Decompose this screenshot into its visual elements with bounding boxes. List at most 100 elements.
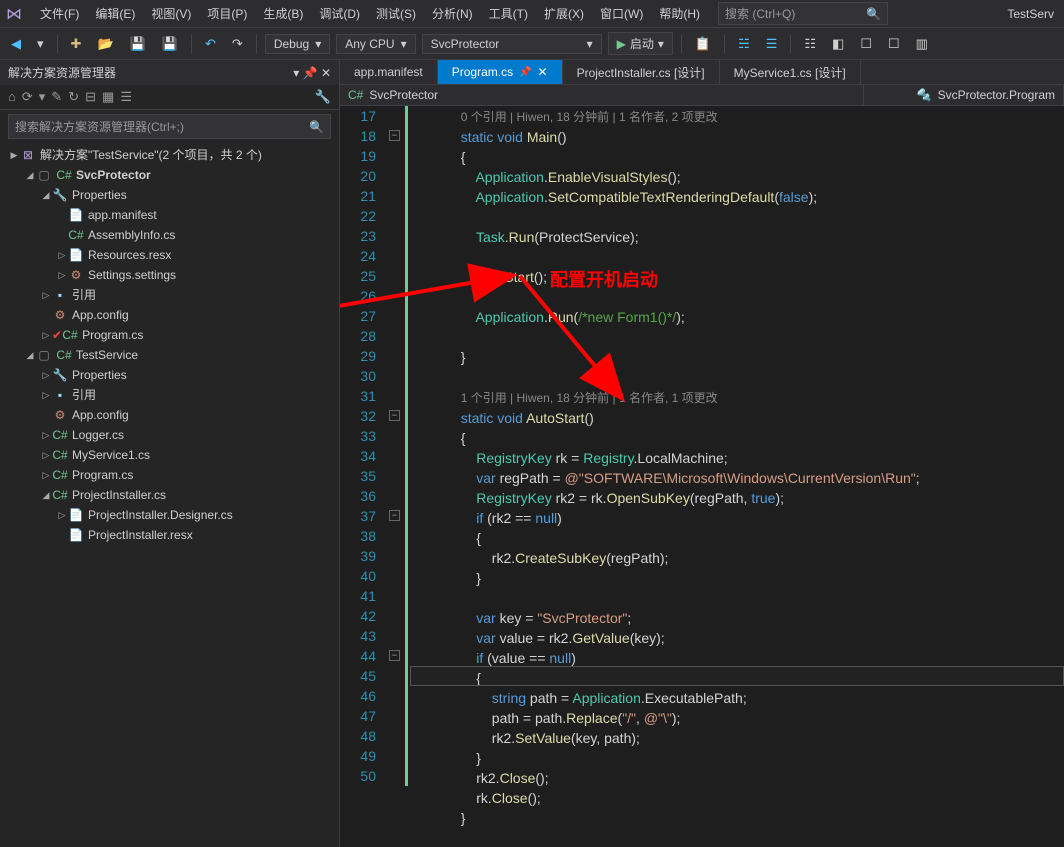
menu-item[interactable]: 编辑(E) (87, 3, 143, 25)
panel-toolbar: ⌂ ⟳ ▾ ✎ ↻ ⊟ ▦ ☰ 🔧 (0, 85, 339, 110)
file-icon: C# (56, 166, 72, 184)
tree-item-props-2[interactable]: ▷🔧Properties (0, 365, 339, 385)
file-icon: ▪ (52, 286, 68, 304)
tb-btn-7[interactable]: ▥ (911, 33, 933, 55)
tree-item-app-manifest[interactable]: 📄app.manifest (0, 205, 339, 225)
sync-icon[interactable]: ⟳ (22, 89, 33, 105)
class-dropdown[interactable]: 🔩SvcProtector.Program (864, 85, 1064, 105)
close-icon[interactable]: ✕ (321, 66, 331, 80)
pin-icon[interactable]: 📌 (303, 66, 318, 80)
tree-item-settings[interactable]: ▷⚙Settings.settings (0, 265, 339, 285)
forward-button[interactable]: ▾ (32, 33, 49, 55)
project-dropdown[interactable]: C#SvcProtector (340, 85, 864, 105)
tree-item-program-1[interactable]: ▷✔ C#Program.cs (0, 325, 339, 345)
editor-area: app.manifestProgram.cs📌✕ProjectInstaller… (340, 60, 1064, 847)
configuration-combo[interactable]: Debug▾ (265, 34, 330, 54)
file-icon: C# (62, 326, 78, 344)
back-button[interactable]: ◀ (6, 33, 26, 55)
tree-item-appconfig-1[interactable]: ⚙App.config (0, 305, 339, 325)
menu-item[interactable]: 视图(V) (143, 3, 199, 25)
menu-item[interactable]: 生成(B) (255, 3, 311, 25)
menubar: ⋈ 文件(F)编辑(E)视图(V)项目(P)生成(B)调试(D)测试(S)分析(… (0, 0, 1064, 28)
tab-ProjectInstaller.cs [设计][interactable]: ProjectInstaller.cs [设计] (563, 60, 720, 84)
search-icon: 🔍 (866, 7, 881, 21)
play-icon: ▶ (617, 37, 626, 51)
menu-item[interactable]: 调试(D) (311, 3, 368, 25)
tab-MyService1.cs [设计][interactable]: MyService1.cs [设计] (720, 60, 861, 84)
startup-project-combo[interactable]: SvcProtector▾ (422, 34, 602, 54)
tree-item-refs-2[interactable]: ▷▪引用 (0, 385, 339, 405)
tool-icon[interactable]: ▾ (39, 89, 46, 105)
tb-btn-6[interactable]: ☐ (883, 33, 905, 55)
file-icon: 🔧 (52, 186, 68, 204)
tree-item-myservice[interactable]: ▷C#MyService1.cs (0, 445, 339, 465)
menu-item[interactable]: 窗口(W) (592, 3, 651, 25)
pin-icon[interactable]: 📌 (519, 67, 531, 78)
menu-item[interactable]: 分析(N) (424, 3, 481, 25)
start-debug-button[interactable]: ▶启动▾ (608, 32, 673, 55)
fold-column[interactable]: −−−− (388, 106, 404, 847)
tree-item-program-2[interactable]: ▷C#Program.cs (0, 465, 339, 485)
chevron-down-icon: ▾ (315, 37, 321, 51)
file-icon: C# (68, 226, 84, 244)
solution-search-input[interactable]: 搜索解决方案资源管理器(Ctrl+;) 🔍 (8, 114, 331, 139)
tree-item-projinst-des[interactable]: ▷📄ProjectInstaller.Designer.cs (0, 505, 339, 525)
tree-item-proj-svcprotector[interactable]: ◢▢C#SvcProtector (0, 165, 339, 185)
collapse-icon[interactable]: ⊟ (85, 89, 96, 105)
wrench-icon[interactable]: 🔧 (315, 89, 331, 105)
home-icon[interactable]: ⌂ (8, 89, 16, 105)
tb-btn-1[interactable]: ☵ (733, 33, 755, 55)
solution-tree: ▶⊠解决方案"TestService"(2 个项目，共 2 个)◢▢C#SvcP… (0, 143, 339, 847)
menu-item[interactable]: 项目(P) (199, 3, 255, 25)
file-icon: 📄 (68, 206, 84, 224)
tb-btn-3[interactable]: ☷ (799, 33, 821, 55)
tree-item-projinst[interactable]: ◢C#ProjectInstaller.cs (0, 485, 339, 505)
solution-name-label: TestServ (997, 3, 1064, 25)
properties-icon[interactable]: ☰ (120, 89, 132, 105)
tree-item-logger[interactable]: ▷C#Logger.cs (0, 425, 339, 445)
menu-item[interactable]: 文件(F) (32, 3, 87, 25)
menu-item[interactable]: 扩展(X) (536, 3, 592, 25)
chevron-down-icon: ▾ (658, 37, 664, 51)
save-all-button[interactable]: 💾 (157, 33, 183, 55)
menu-item[interactable]: 工具(T) (481, 3, 536, 25)
tree-item-resources[interactable]: ▷📄Resources.resx (0, 245, 339, 265)
tree-item-asm-info[interactable]: C#AssemblyInfo.cs (0, 225, 339, 245)
tb-btn-2[interactable]: ☰ (761, 33, 783, 55)
toolbox-button[interactable]: 📋 (690, 33, 716, 55)
dropdown-icon[interactable]: ▾ (293, 66, 299, 80)
tree-item-proj-testservice[interactable]: ◢▢C#TestService (0, 345, 339, 365)
file-icon: C# (52, 446, 68, 464)
menu-item[interactable]: 测试(S) (368, 3, 424, 25)
tree-item-solution[interactable]: ▶⊠解决方案"TestService"(2 个项目，共 2 个) (0, 145, 339, 165)
tab-Program.cs[interactable]: Program.cs📌✕ (438, 60, 563, 84)
quick-search-input[interactable]: 搜索 (Ctrl+Q) 🔍 (718, 2, 888, 25)
tree-item-projinst-resx[interactable]: 📄ProjectInstaller.resx (0, 525, 339, 545)
code-lines[interactable]: 0 个引用 | Hiwen, 18 分钟前 | 1 名作者, 2 项更改 sta… (410, 106, 1064, 847)
menu-item[interactable]: 帮助(H) (651, 3, 708, 25)
tool-icon[interactable]: ✎ (51, 89, 62, 105)
code-editor[interactable]: 1718192021222324252627282930313233343536… (340, 106, 1064, 847)
new-project-button[interactable]: ✚ (66, 33, 87, 55)
csharp-icon: C# (348, 88, 363, 102)
file-icon: 🔧 (52, 366, 68, 384)
file-icon: ⊠ (20, 146, 36, 164)
tb-btn-4[interactable]: ◧ (827, 33, 849, 55)
tab-app.manifest[interactable]: app.manifest (340, 60, 438, 84)
show-all-icon[interactable]: ▦ (102, 89, 114, 105)
tree-item-appconfig-2[interactable]: ⚙App.config (0, 405, 339, 425)
tree-item-props-1[interactable]: ◢🔧Properties (0, 185, 339, 205)
undo-button[interactable]: ↶ (200, 33, 221, 55)
open-file-button[interactable]: 📂 (92, 33, 118, 55)
file-icon: C# (52, 466, 68, 484)
close-icon[interactable]: ✕ (538, 65, 548, 79)
tb-btn-5[interactable]: ☐ (855, 33, 877, 55)
vs-logo-icon: ⋈ (6, 4, 22, 24)
platform-combo[interactable]: Any CPU▾ (336, 34, 415, 54)
redo-button[interactable]: ↷ (227, 33, 248, 55)
file-icon: C# (52, 486, 68, 504)
tree-item-refs-1[interactable]: ▷▪引用 (0, 285, 339, 305)
refresh-icon[interactable]: ↻ (68, 89, 79, 105)
save-button[interactable]: 💾 (125, 33, 151, 55)
file-icon: 📄 (68, 506, 84, 524)
